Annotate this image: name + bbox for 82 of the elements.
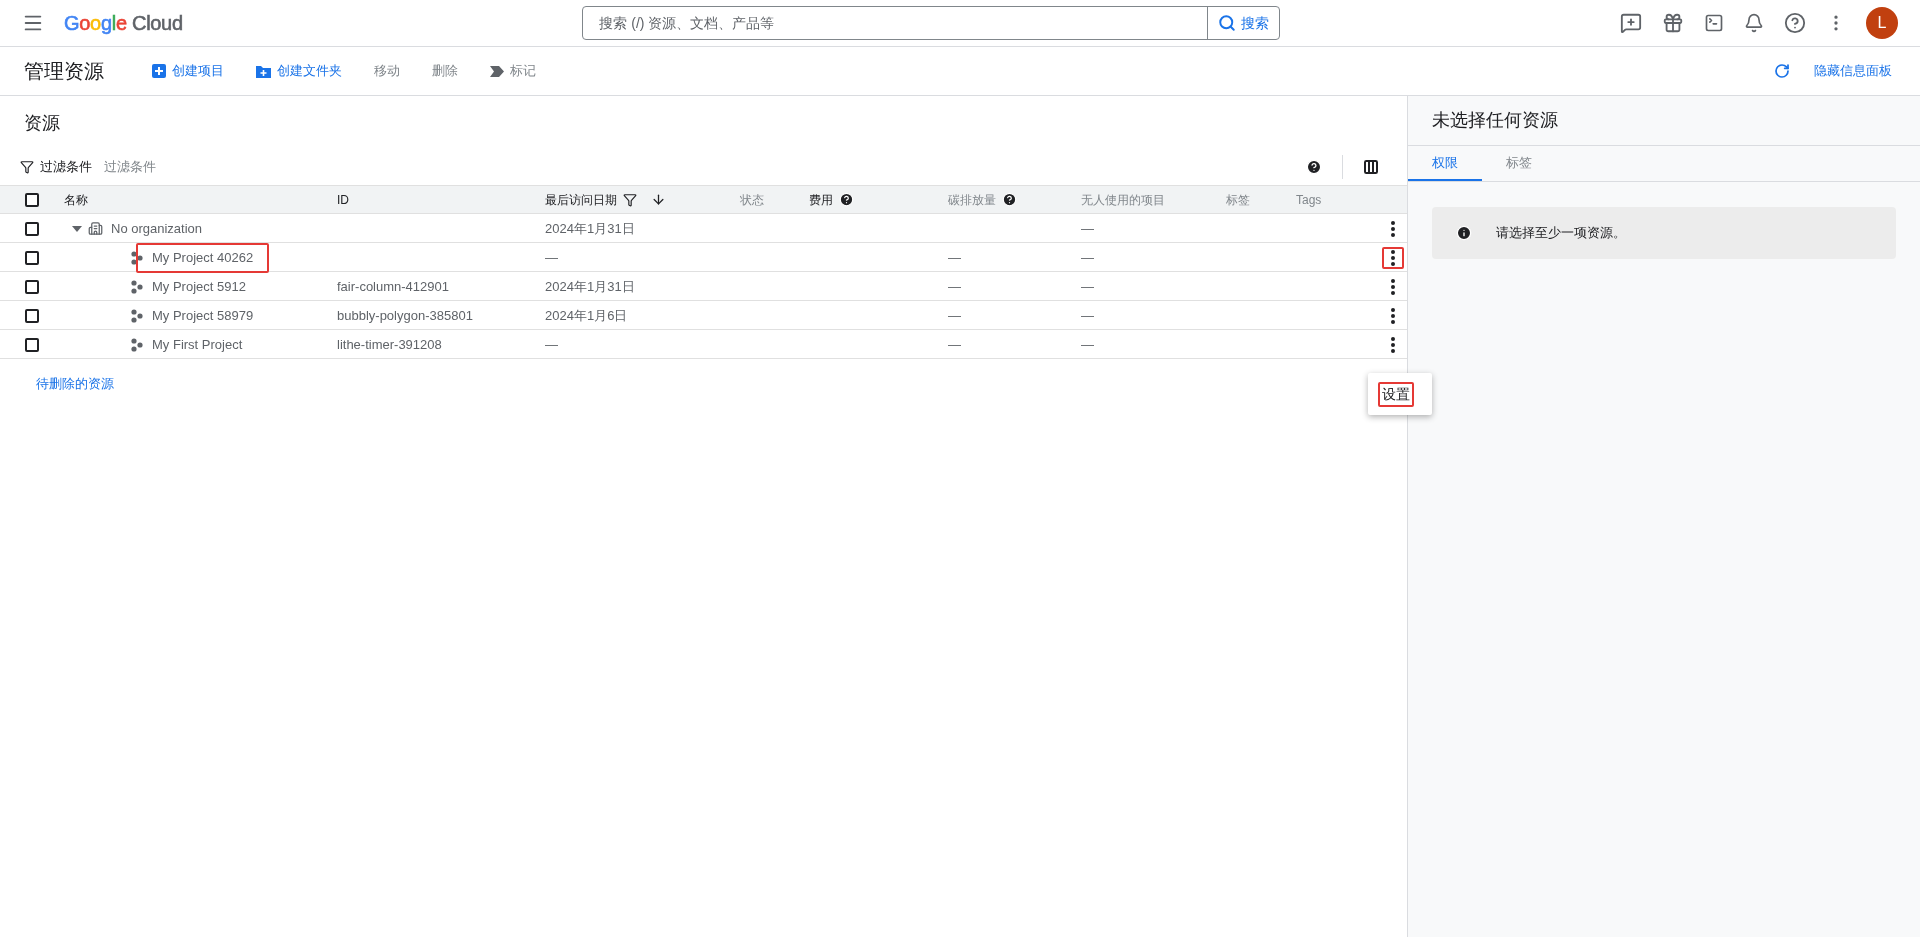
refresh-icon[interactable]	[1774, 63, 1790, 79]
sort-arrow-icon[interactable]	[651, 192, 666, 207]
resource-name[interactable]: My Project 40262	[136, 243, 270, 273]
more-button[interactable]	[1382, 246, 1404, 269]
panel-title: 未选择任何资源	[1408, 96, 1920, 146]
checkbox[interactable]	[25, 192, 39, 207]
more-icon	[1391, 307, 1395, 324]
search-field[interactable]: 搜索 (/) 资源、文档、产品等 搜索	[582, 6, 1281, 40]
resource-name[interactable]: My Project 5912	[136, 272, 262, 302]
filter-label: 过滤条件	[40, 157, 92, 176]
checkbox[interactable]	[25, 221, 39, 236]
column-header[interactable]: ID	[337, 190, 349, 209]
table-cell: —	[545, 250, 558, 265]
folder-add-icon	[256, 64, 271, 78]
search-input[interactable]: 搜索 (/) 资源、文档、产品等	[583, 12, 1208, 34]
table-cell: —	[1081, 279, 1094, 294]
feedback-icon[interactable]	[1620, 12, 1642, 34]
table-cell: —	[1081, 221, 1094, 236]
more-icon	[1391, 220, 1395, 237]
panel-tab[interactable]: 标签	[1482, 146, 1556, 181]
table-cell: —	[948, 279, 961, 294]
table-cell: —	[1081, 337, 1094, 352]
add-icon	[152, 64, 166, 78]
column-header[interactable]: 碳排放量	[948, 190, 996, 209]
table-cell: —	[948, 250, 961, 265]
panel-tab[interactable]: 权限	[1408, 146, 1482, 181]
resource-name[interactable]: My Project 58979	[136, 301, 270, 331]
resource-name[interactable]: No organization	[95, 214, 219, 244]
terminal-icon[interactable]	[1704, 13, 1724, 33]
logo[interactable]: Google Cloud	[64, 8, 183, 38]
columns-icon[interactable]	[1363, 158, 1379, 175]
column-header[interactable]: 名称	[64, 190, 88, 209]
column-header[interactable]: 无人使用的项目	[1081, 190, 1165, 209]
more-icon	[1391, 249, 1395, 266]
table-cell: —	[948, 308, 961, 323]
column-header[interactable]: Tags	[1296, 190, 1322, 209]
search-button[interactable]: 搜索	[1207, 7, 1280, 39]
info-icon	[1456, 225, 1472, 241]
table-cell: 2024年1月6日	[545, 308, 628, 323]
table-cell: —	[545, 337, 558, 352]
menu-item[interactable]: 设置	[1378, 381, 1414, 407]
table-cell: 2024年1月31日	[545, 279, 635, 294]
table-cell: bubbly-polygon-385801	[337, 308, 473, 323]
avatar[interactable]: L	[1866, 7, 1898, 39]
checkbox[interactable]	[25, 337, 39, 352]
checkbox[interactable]	[25, 308, 39, 323]
toolbar-button[interactable]: 创建项目	[152, 61, 224, 81]
checkbox[interactable]	[25, 250, 39, 265]
filter-input[interactable]: 过滤条件	[104, 156, 1300, 177]
expand-caret-icon[interactable]	[72, 225, 82, 232]
table-cell: fair-column-412901	[337, 279, 449, 294]
table-cell: —	[1081, 250, 1094, 265]
project-icon	[130, 337, 144, 352]
more-icon	[1391, 278, 1395, 295]
column-header[interactable]: 状态	[740, 190, 764, 209]
section-title: 资源	[23, 112, 61, 135]
table-cell: —	[948, 337, 961, 352]
filter-icon[interactable]	[20, 159, 34, 174]
page-title: 管理资源	[24, 59, 104, 84]
gift-icon[interactable]	[1662, 12, 1684, 34]
project-icon	[130, 308, 144, 323]
pending-deletion-link[interactable]: 待删除的资源	[36, 374, 114, 394]
info-message: 请选择至少一项资源。	[1496, 224, 1626, 243]
resource-name[interactable]: My First Project	[136, 330, 259, 360]
notifications-icon[interactable]	[1744, 13, 1764, 33]
filter-icon[interactable]	[623, 192, 637, 207]
toolbar-button[interactable]: 创建文件夹	[256, 61, 342, 81]
help-icon[interactable]	[1784, 12, 1806, 34]
table-cell: lithe-timer-391208	[337, 337, 442, 352]
hide-panel-button[interactable]: 隐藏信息面板	[1814, 61, 1892, 81]
table-cell: 2024年1月31日	[545, 221, 635, 236]
building-icon	[88, 221, 103, 237]
tag-icon	[490, 65, 504, 77]
checkbox[interactable]	[25, 279, 39, 294]
project-icon	[130, 250, 144, 265]
column-header[interactable]: 费用	[809, 190, 833, 209]
column-header[interactable]: 标签	[1226, 190, 1250, 209]
more-icon	[1391, 336, 1395, 353]
search-icon	[1218, 14, 1237, 32]
column-header[interactable]: 最后访问日期	[545, 190, 617, 209]
project-icon	[130, 279, 144, 294]
table-cell: —	[1081, 308, 1094, 323]
